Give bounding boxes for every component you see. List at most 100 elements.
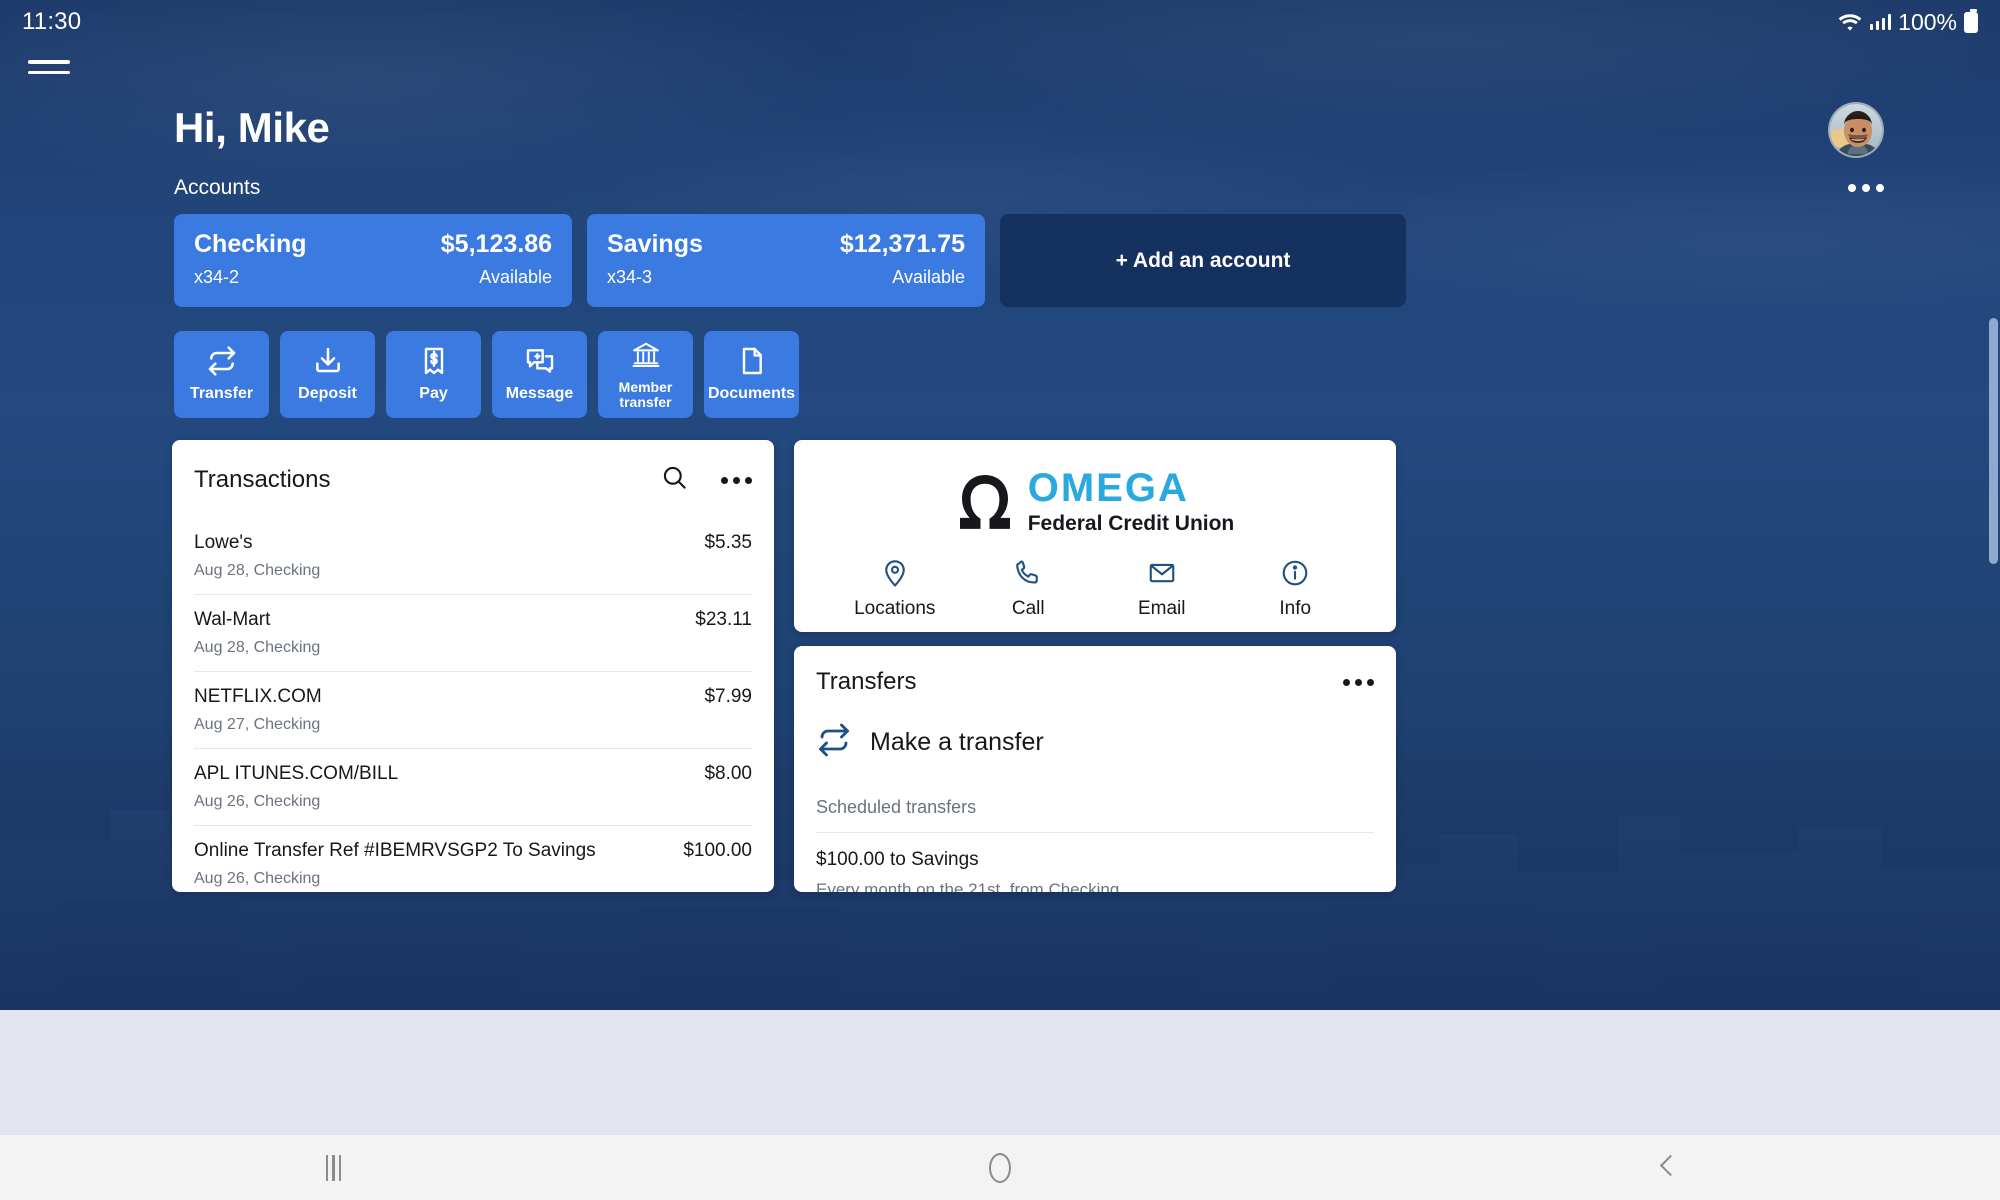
quick-action-label: Pay bbox=[419, 385, 448, 403]
dot bbox=[733, 476, 740, 484]
add-account-button[interactable]: + Add an account bbox=[1000, 214, 1406, 307]
brand-name: OMEGA bbox=[1027, 466, 1189, 510]
brand-subtitle: Federal Credit Union bbox=[1027, 512, 1235, 535]
transfers-more-options-icon[interactable] bbox=[1343, 678, 1374, 686]
account-balance-status: Available bbox=[479, 267, 552, 287]
account-card-top: Savings $12,371.75 bbox=[607, 230, 965, 259]
accounts-section-label: Accounts bbox=[174, 176, 261, 199]
deposit-download-icon bbox=[312, 344, 344, 378]
contact-email[interactable]: Email bbox=[1102, 558, 1222, 620]
contact-info[interactable]: Info bbox=[1235, 558, 1355, 620]
contact-call[interactable]: Call bbox=[968, 558, 1088, 620]
transaction-row[interactable]: Wal-Mart $23.11 Aug 28, Checking bbox=[194, 595, 752, 672]
transaction-name: Lowe's bbox=[194, 532, 253, 553]
status-bar: 11:30 100% bbox=[0, 0, 2000, 44]
transactions-card: Transactions Lowe's $5.35 Aug 28, Checki… bbox=[172, 440, 774, 892]
home-icon bbox=[989, 1152, 1011, 1183]
transfers-header: Transfers bbox=[794, 646, 1396, 696]
transaction-amount: $5.35 bbox=[704, 532, 752, 553]
transaction-name: APL ITUNES.COM/BILL bbox=[194, 763, 399, 784]
make-a-transfer-button[interactable]: Make a transfer bbox=[794, 696, 1396, 763]
account-balance-status: Available bbox=[892, 267, 965, 287]
transactions-header-actions bbox=[661, 464, 752, 496]
transaction-amount: $7.99 bbox=[704, 686, 752, 707]
transaction-name: NETFLIX.COM bbox=[194, 686, 322, 707]
transaction-main-line: Lowe's $5.35 bbox=[194, 532, 752, 554]
transaction-meta: Aug 27, Checking bbox=[194, 716, 321, 733]
transactions-more-options-icon[interactable] bbox=[721, 476, 752, 484]
scheduled-transfer-row[interactable]: $100.00 to Savings Every month on the 21… bbox=[794, 833, 1396, 892]
make-a-transfer-label: Make a transfer bbox=[870, 728, 1044, 756]
nav-back-button[interactable] bbox=[1333, 1135, 2000, 1200]
nav-home-button[interactable] bbox=[667, 1135, 1334, 1200]
page-background-band bbox=[0, 1010, 2000, 1135]
transaction-row[interactable]: NETFLIX.COM $7.99 Aug 27, Checking bbox=[194, 672, 752, 749]
avatar[interactable] bbox=[1828, 102, 1884, 158]
account-card-checking[interactable]: Checking $5,123.86 x34-2 Available bbox=[174, 214, 572, 307]
dot bbox=[1367, 678, 1374, 686]
transaction-row[interactable]: APL ITUNES.COM/BILL $8.00 Aug 26, Checki… bbox=[194, 749, 752, 826]
transfers-title: Transfers bbox=[816, 668, 917, 695]
account-number: x34-3 bbox=[607, 267, 653, 287]
hamburger-line bbox=[28, 60, 70, 64]
quick-action-transfer[interactable]: Transfer bbox=[174, 331, 269, 418]
quick-action-member-transfer[interactable]: Member transfer bbox=[598, 331, 693, 418]
transaction-row[interactable]: Online Transfer Ref #IBEMRVSGP2 To Savin… bbox=[194, 826, 752, 892]
quick-action-label: Member transfer bbox=[618, 378, 673, 410]
bar bbox=[332, 1154, 335, 1181]
transaction-meta: Aug 26, Checking bbox=[194, 793, 321, 810]
dot bbox=[745, 476, 752, 484]
transaction-amount: $8.00 bbox=[704, 763, 752, 784]
account-card-bottom: x34-3 Available bbox=[607, 267, 965, 288]
transaction-name: Wal-Mart bbox=[194, 609, 271, 630]
transaction-row[interactable]: Lowe's $5.35 Aug 28, Checking bbox=[194, 518, 752, 595]
account-balance: $5,123.86 bbox=[440, 230, 552, 258]
brand-logo: OMEGA Federal Credit Union bbox=[794, 440, 1396, 536]
hamburger-menu-icon[interactable] bbox=[28, 52, 70, 82]
quick-action-documents[interactable]: Documents bbox=[704, 331, 799, 418]
wifi-icon bbox=[1838, 14, 1861, 31]
transaction-meta: Aug 28, Checking bbox=[194, 562, 321, 579]
transfer-arrows-icon bbox=[816, 722, 852, 763]
contact-label: Locations bbox=[854, 598, 936, 619]
dot bbox=[1343, 678, 1350, 686]
bar bbox=[338, 1154, 342, 1181]
account-balance: $12,371.75 bbox=[839, 230, 965, 258]
message-plus-icon bbox=[524, 344, 556, 378]
map-pin-icon bbox=[884, 560, 905, 587]
account-name: Savings bbox=[607, 230, 703, 258]
omega-logo-icon bbox=[959, 475, 1010, 529]
account-card-bottom: x34-2 Available bbox=[194, 267, 552, 288]
transaction-main-line: Wal-Mart $23.11 bbox=[194, 609, 752, 631]
document-page-icon bbox=[736, 344, 768, 378]
quick-action-deposit[interactable]: Deposit bbox=[280, 331, 375, 418]
dot bbox=[1862, 184, 1870, 192]
envelope-icon bbox=[1149, 563, 1175, 583]
transaction-name: Online Transfer Ref #IBEMRVSGP2 To Savin… bbox=[194, 840, 596, 861]
account-number: x34-2 bbox=[194, 267, 240, 287]
account-name: Checking bbox=[194, 230, 307, 258]
page-scrollbar[interactable] bbox=[1989, 318, 1998, 564]
accounts-card-row: Checking $5,123.86 x34-2 Available Savin… bbox=[174, 214, 1406, 307]
search-icon[interactable] bbox=[661, 464, 688, 496]
quick-action-message[interactable]: Message bbox=[492, 331, 587, 418]
account-card-top: Checking $5,123.86 bbox=[194, 230, 552, 259]
credit-union-info-card: OMEGA Federal Credit Union Locations Cal… bbox=[794, 440, 1396, 632]
accounts-more-options-icon[interactable] bbox=[1848, 176, 1884, 200]
transaction-meta: Aug 26, Checking bbox=[194, 870, 321, 887]
page-title: Hi, Mike bbox=[174, 104, 330, 151]
scheduled-transfer-amount: $100.00 to Savings bbox=[816, 849, 979, 870]
contact-locations[interactable]: Locations bbox=[835, 558, 955, 620]
quick-actions-row: Transfer Deposit Pay Message Member tran… bbox=[174, 331, 799, 418]
account-card-savings[interactable]: Savings $12,371.75 x34-3 Available bbox=[587, 214, 985, 307]
phone-icon bbox=[1016, 560, 1039, 584]
nav-recents-button[interactable] bbox=[0, 1135, 667, 1200]
cellular-signal-icon bbox=[1869, 14, 1892, 30]
transaction-main-line: APL ITUNES.COM/BILL $8.00 bbox=[194, 763, 752, 785]
quick-action-pay[interactable]: Pay bbox=[386, 331, 481, 418]
contact-actions-row: Locations Call Email Info bbox=[794, 558, 1396, 620]
transaction-amount: $100.00 bbox=[683, 840, 752, 861]
bar bbox=[325, 1154, 329, 1181]
pay-dollar-receipt-icon bbox=[418, 344, 450, 378]
contact-label: Email bbox=[1137, 598, 1186, 619]
